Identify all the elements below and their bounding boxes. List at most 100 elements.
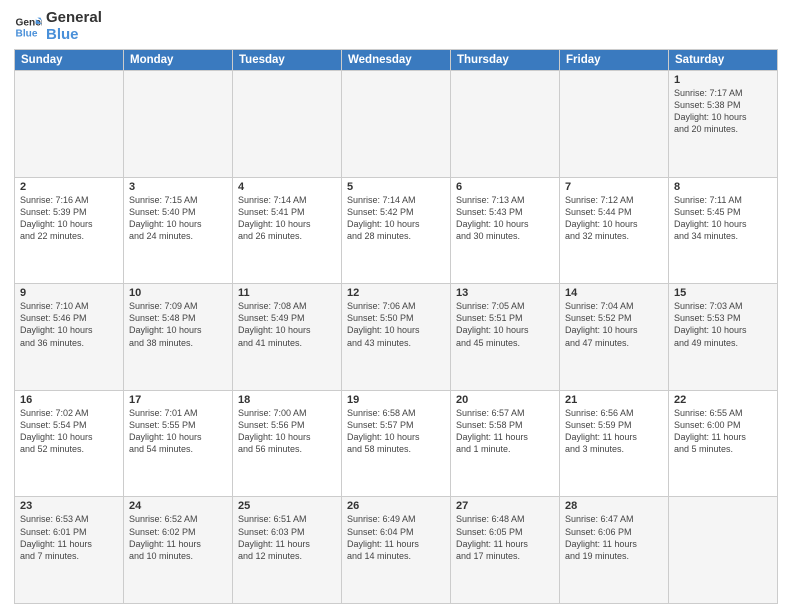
day-number: 3: [129, 181, 227, 193]
weekday-sunday: Sunday: [15, 50, 124, 71]
day-cell: 14Sunrise: 7:04 AM Sunset: 5:52 PM Dayli…: [560, 284, 669, 391]
day-info: Sunrise: 6:53 AM Sunset: 6:01 PM Dayligh…: [20, 513, 118, 562]
day-cell: 26Sunrise: 6:49 AM Sunset: 6:04 PM Dayli…: [342, 497, 451, 604]
day-number: 28: [565, 500, 663, 512]
day-number: 22: [674, 394, 772, 406]
day-cell: [669, 497, 778, 604]
day-cell: 11Sunrise: 7:08 AM Sunset: 5:49 PM Dayli…: [233, 284, 342, 391]
day-cell: 28Sunrise: 6:47 AM Sunset: 6:06 PM Dayli…: [560, 497, 669, 604]
logo-general: General: [46, 10, 102, 27]
day-cell: 27Sunrise: 6:48 AM Sunset: 6:05 PM Dayli…: [451, 497, 560, 604]
day-info: Sunrise: 6:57 AM Sunset: 5:58 PM Dayligh…: [456, 407, 554, 456]
day-info: Sunrise: 7:08 AM Sunset: 5:49 PM Dayligh…: [238, 300, 336, 349]
week-row-2: 2Sunrise: 7:16 AM Sunset: 5:39 PM Daylig…: [15, 177, 778, 284]
weekday-tuesday: Tuesday: [233, 50, 342, 71]
day-info: Sunrise: 7:14 AM Sunset: 5:42 PM Dayligh…: [347, 194, 445, 243]
day-number: 12: [347, 287, 445, 299]
day-cell: 25Sunrise: 6:51 AM Sunset: 6:03 PM Dayli…: [233, 497, 342, 604]
day-number: 5: [347, 181, 445, 193]
weekday-header-row: SundayMondayTuesdayWednesdayThursdayFrid…: [15, 50, 778, 71]
day-info: Sunrise: 7:13 AM Sunset: 5:43 PM Dayligh…: [456, 194, 554, 243]
day-info: Sunrise: 6:48 AM Sunset: 6:05 PM Dayligh…: [456, 513, 554, 562]
day-info: Sunrise: 7:14 AM Sunset: 5:41 PM Dayligh…: [238, 194, 336, 243]
day-cell: [15, 71, 124, 178]
day-number: 27: [456, 500, 554, 512]
day-info: Sunrise: 7:15 AM Sunset: 5:40 PM Dayligh…: [129, 194, 227, 243]
logo-blue: Blue: [46, 27, 102, 44]
weekday-thursday: Thursday: [451, 50, 560, 71]
day-info: Sunrise: 6:47 AM Sunset: 6:06 PM Dayligh…: [565, 513, 663, 562]
day-info: Sunrise: 7:04 AM Sunset: 5:52 PM Dayligh…: [565, 300, 663, 349]
day-info: Sunrise: 6:49 AM Sunset: 6:04 PM Dayligh…: [347, 513, 445, 562]
day-number: 2: [20, 181, 118, 193]
day-info: Sunrise: 6:58 AM Sunset: 5:57 PM Dayligh…: [347, 407, 445, 456]
day-number: 7: [565, 181, 663, 193]
day-cell: 6Sunrise: 7:13 AM Sunset: 5:43 PM Daylig…: [451, 177, 560, 284]
day-number: 23: [20, 500, 118, 512]
page: General Blue General Blue SundayMondayTu…: [0, 0, 792, 612]
day-cell: [560, 71, 669, 178]
day-number: 9: [20, 287, 118, 299]
day-cell: 10Sunrise: 7:09 AM Sunset: 5:48 PM Dayli…: [124, 284, 233, 391]
day-number: 10: [129, 287, 227, 299]
day-number: 1: [674, 74, 772, 86]
day-cell: 21Sunrise: 6:56 AM Sunset: 5:59 PM Dayli…: [560, 390, 669, 497]
day-info: Sunrise: 7:00 AM Sunset: 5:56 PM Dayligh…: [238, 407, 336, 456]
day-number: 24: [129, 500, 227, 512]
week-row-5: 23Sunrise: 6:53 AM Sunset: 6:01 PM Dayli…: [15, 497, 778, 604]
day-cell: [451, 71, 560, 178]
day-number: 6: [456, 181, 554, 193]
day-number: 14: [565, 287, 663, 299]
week-row-1: 1Sunrise: 7:17 AM Sunset: 5:38 PM Daylig…: [15, 71, 778, 178]
day-info: Sunrise: 6:55 AM Sunset: 6:00 PM Dayligh…: [674, 407, 772, 456]
day-info: Sunrise: 7:03 AM Sunset: 5:53 PM Dayligh…: [674, 300, 772, 349]
day-number: 4: [238, 181, 336, 193]
day-info: Sunrise: 6:56 AM Sunset: 5:59 PM Dayligh…: [565, 407, 663, 456]
day-number: 13: [456, 287, 554, 299]
day-cell: 20Sunrise: 6:57 AM Sunset: 5:58 PM Dayli…: [451, 390, 560, 497]
day-cell: 16Sunrise: 7:02 AM Sunset: 5:54 PM Dayli…: [15, 390, 124, 497]
day-cell: 15Sunrise: 7:03 AM Sunset: 5:53 PM Dayli…: [669, 284, 778, 391]
day-info: Sunrise: 6:52 AM Sunset: 6:02 PM Dayligh…: [129, 513, 227, 562]
week-row-3: 9Sunrise: 7:10 AM Sunset: 5:46 PM Daylig…: [15, 284, 778, 391]
day-cell: [124, 71, 233, 178]
day-cell: 17Sunrise: 7:01 AM Sunset: 5:55 PM Dayli…: [124, 390, 233, 497]
day-cell: 5Sunrise: 7:14 AM Sunset: 5:42 PM Daylig…: [342, 177, 451, 284]
day-number: 8: [674, 181, 772, 193]
day-cell: 9Sunrise: 7:10 AM Sunset: 5:46 PM Daylig…: [15, 284, 124, 391]
day-info: Sunrise: 7:09 AM Sunset: 5:48 PM Dayligh…: [129, 300, 227, 349]
weekday-wednesday: Wednesday: [342, 50, 451, 71]
day-cell: 18Sunrise: 7:00 AM Sunset: 5:56 PM Dayli…: [233, 390, 342, 497]
day-number: 20: [456, 394, 554, 406]
day-number: 18: [238, 394, 336, 406]
logo-icon: General Blue: [14, 13, 42, 41]
day-cell: 24Sunrise: 6:52 AM Sunset: 6:02 PM Dayli…: [124, 497, 233, 604]
header: General Blue General Blue: [14, 10, 778, 43]
day-info: Sunrise: 7:05 AM Sunset: 5:51 PM Dayligh…: [456, 300, 554, 349]
day-info: Sunrise: 7:06 AM Sunset: 5:50 PM Dayligh…: [347, 300, 445, 349]
day-cell: 2Sunrise: 7:16 AM Sunset: 5:39 PM Daylig…: [15, 177, 124, 284]
day-info: Sunrise: 6:51 AM Sunset: 6:03 PM Dayligh…: [238, 513, 336, 562]
logo-area: General Blue General Blue: [14, 10, 102, 43]
day-number: 21: [565, 394, 663, 406]
svg-text:Blue: Blue: [16, 28, 38, 39]
day-info: Sunrise: 7:02 AM Sunset: 5:54 PM Dayligh…: [20, 407, 118, 456]
day-number: 25: [238, 500, 336, 512]
day-info: Sunrise: 7:11 AM Sunset: 5:45 PM Dayligh…: [674, 194, 772, 243]
day-cell: 13Sunrise: 7:05 AM Sunset: 5:51 PM Dayli…: [451, 284, 560, 391]
day-cell: 12Sunrise: 7:06 AM Sunset: 5:50 PM Dayli…: [342, 284, 451, 391]
day-info: Sunrise: 7:16 AM Sunset: 5:39 PM Dayligh…: [20, 194, 118, 243]
weekday-monday: Monday: [124, 50, 233, 71]
day-number: 17: [129, 394, 227, 406]
day-cell: 1Sunrise: 7:17 AM Sunset: 5:38 PM Daylig…: [669, 71, 778, 178]
day-cell: [233, 71, 342, 178]
day-cell: 3Sunrise: 7:15 AM Sunset: 5:40 PM Daylig…: [124, 177, 233, 284]
day-cell: 22Sunrise: 6:55 AM Sunset: 6:00 PM Dayli…: [669, 390, 778, 497]
day-number: 15: [674, 287, 772, 299]
day-cell: 7Sunrise: 7:12 AM Sunset: 5:44 PM Daylig…: [560, 177, 669, 284]
day-cell: [342, 71, 451, 178]
day-info: Sunrise: 7:01 AM Sunset: 5:55 PM Dayligh…: [129, 407, 227, 456]
day-info: Sunrise: 7:10 AM Sunset: 5:46 PM Dayligh…: [20, 300, 118, 349]
weekday-saturday: Saturday: [669, 50, 778, 71]
day-number: 26: [347, 500, 445, 512]
